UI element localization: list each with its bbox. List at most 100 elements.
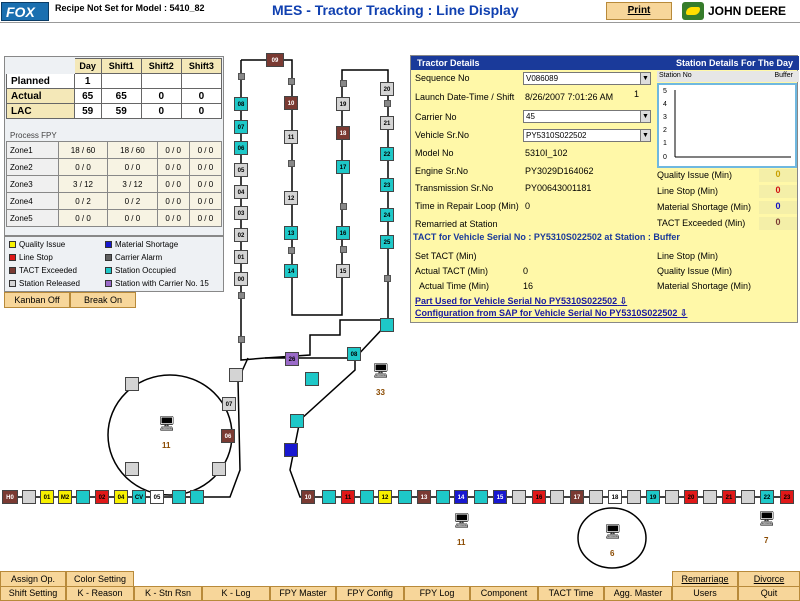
station-01-bottom[interactable]: 01 bbox=[40, 490, 54, 504]
station-05-bottom[interactable]: 05 bbox=[150, 490, 164, 504]
station-04[interactable]: 04 bbox=[234, 185, 248, 199]
station-18[interactable]: 18 bbox=[336, 126, 350, 140]
station-20[interactable]: 20 bbox=[380, 82, 394, 96]
station-mid-c[interactable] bbox=[284, 443, 298, 457]
station-14[interactable]: 14 bbox=[284, 264, 298, 278]
station-bi[interactable] bbox=[741, 490, 755, 504]
station-24[interactable]: 24 bbox=[380, 208, 394, 222]
station-15[interactable]: 15 bbox=[336, 264, 350, 278]
station-07[interactable]: 07 bbox=[234, 120, 248, 134]
station-bi[interactable] bbox=[474, 490, 488, 504]
workstation-icon[interactable]: 🖥 bbox=[372, 362, 390, 378]
fpy-master-button[interactable]: FPY Master bbox=[270, 586, 336, 601]
station-b19[interactable]: 19 bbox=[646, 490, 660, 504]
station-25[interactable]: 25 bbox=[380, 235, 394, 249]
fpy-log-button[interactable]: FPY Log bbox=[404, 586, 470, 601]
station-bi[interactable] bbox=[360, 490, 374, 504]
kanban-off-button[interactable]: Kanban Off bbox=[4, 292, 70, 308]
station-bi[interactable] bbox=[627, 490, 641, 504]
workstation-icon[interactable]: 🖥 bbox=[604, 523, 622, 539]
station-04-bottom[interactable]: 04 bbox=[114, 490, 128, 504]
station-19[interactable]: 19 bbox=[336, 97, 350, 111]
station-b10[interactable]: 10 bbox=[301, 490, 315, 504]
station-loop-top[interactable] bbox=[229, 368, 243, 382]
station-09[interactable]: 09 bbox=[266, 53, 284, 67]
station-05[interactable]: 05 bbox=[234, 163, 248, 177]
station-bi[interactable] bbox=[322, 490, 336, 504]
station-b14[interactable]: 14 bbox=[454, 490, 468, 504]
k-log-button[interactable]: K - Log bbox=[202, 586, 270, 601]
station-b21[interactable]: 21 bbox=[722, 490, 736, 504]
station-mid-a[interactable] bbox=[305, 372, 319, 386]
station-11[interactable]: 11 bbox=[284, 130, 298, 144]
station-26[interactable]: 26 bbox=[285, 352, 299, 366]
station-b20[interactable]: 20 bbox=[684, 490, 698, 504]
break-on-button[interactable]: Break On bbox=[70, 292, 136, 308]
station-loop-c[interactable] bbox=[212, 462, 226, 476]
station-h0[interactable]: H0 bbox=[2, 490, 18, 504]
station-bi[interactable] bbox=[589, 490, 603, 504]
station-bi[interactable] bbox=[512, 490, 526, 504]
station-00[interactable]: 00 bbox=[234, 272, 248, 286]
station-13[interactable]: 13 bbox=[284, 226, 298, 240]
station-cv[interactable]: CV bbox=[132, 490, 146, 504]
station-07-loop[interactable]: 07 bbox=[222, 397, 236, 411]
station-bl-b[interactable] bbox=[76, 490, 90, 504]
k-reason-button[interactable]: K - Reason bbox=[66, 586, 134, 601]
station-b23[interactable]: 23 bbox=[780, 490, 794, 504]
station-loop-a[interactable] bbox=[125, 377, 139, 391]
station-bl-d[interactable] bbox=[190, 490, 204, 504]
tact-time-button[interactable]: TACT Time bbox=[538, 586, 604, 601]
station-bi[interactable] bbox=[436, 490, 450, 504]
station-02[interactable]: 02 bbox=[234, 228, 248, 242]
agg-master-button[interactable]: Agg. Master bbox=[604, 586, 672, 601]
station-21[interactable]: 21 bbox=[380, 116, 394, 130]
station-08-mid[interactable]: 08 bbox=[347, 347, 361, 361]
station-02-bottom[interactable]: 02 bbox=[95, 490, 109, 504]
station-bi[interactable] bbox=[665, 490, 679, 504]
workstation-icon[interactable]: 🖥 bbox=[758, 510, 776, 526]
station-b16[interactable]: 16 bbox=[532, 490, 546, 504]
component-button[interactable]: Component bbox=[470, 586, 538, 601]
station-06[interactable]: 06 bbox=[234, 141, 248, 155]
station-22[interactable]: 22 bbox=[380, 147, 394, 161]
station-08[interactable]: 08 bbox=[234, 97, 248, 111]
station-b11[interactable]: 11 bbox=[341, 490, 355, 504]
quit-button[interactable]: Quit bbox=[738, 586, 800, 601]
station-b13[interactable]: 13 bbox=[417, 490, 431, 504]
station-bi[interactable] bbox=[398, 490, 412, 504]
station-23[interactable]: 23 bbox=[380, 178, 394, 192]
k-stn-rsn-button[interactable]: K - Stn Rsn bbox=[134, 586, 202, 601]
station-b12[interactable]: 12 bbox=[378, 490, 392, 504]
station-06-loop[interactable]: 06 bbox=[221, 429, 235, 443]
station-line-end[interactable] bbox=[380, 318, 394, 332]
station-b18[interactable]: 18 bbox=[608, 490, 622, 504]
workstation-icon[interactable]: 🖥 bbox=[453, 512, 471, 528]
sequence-select[interactable]: V086089 ▼ bbox=[523, 72, 651, 85]
station-mid-b[interactable] bbox=[290, 414, 304, 428]
station-loop-b[interactable] bbox=[125, 462, 139, 476]
station-b22[interactable]: 22 bbox=[760, 490, 774, 504]
station-b17[interactable]: 17 bbox=[570, 490, 584, 504]
vehicle-select[interactable]: PY5310S022502 ▼ bbox=[523, 129, 651, 142]
parts-used-link[interactable]: Part Used for Vehicle Serial No PY5310S0… bbox=[415, 296, 627, 307]
station-b15[interactable]: 15 bbox=[493, 490, 507, 504]
shift-setting-button[interactable]: Shift Setting bbox=[0, 586, 66, 601]
station-01[interactable]: 01 bbox=[234, 250, 248, 264]
station-17[interactable]: 17 bbox=[336, 160, 350, 174]
station-03[interactable]: 03 bbox=[234, 206, 248, 220]
workstation-icon[interactable]: 🖥 bbox=[158, 415, 176, 431]
station-bi[interactable] bbox=[703, 490, 717, 504]
station-bl-c[interactable] bbox=[172, 490, 186, 504]
station-12[interactable]: 12 bbox=[284, 191, 298, 205]
fpy-config-button[interactable]: FPY Config bbox=[336, 586, 404, 601]
station-bl-a[interactable] bbox=[22, 490, 36, 504]
users-button[interactable]: Users bbox=[672, 586, 738, 601]
sap-config-link[interactable]: Configuration from SAP for Vehicle Seria… bbox=[415, 308, 688, 319]
station-10[interactable]: 10 bbox=[284, 96, 298, 110]
station-16[interactable]: 16 bbox=[336, 226, 350, 240]
print-button[interactable]: Print bbox=[606, 2, 672, 20]
carrier-select[interactable]: 45 ▼ bbox=[523, 110, 651, 123]
station-bi[interactable] bbox=[550, 490, 564, 504]
station-m2[interactable]: M2 bbox=[58, 490, 72, 504]
